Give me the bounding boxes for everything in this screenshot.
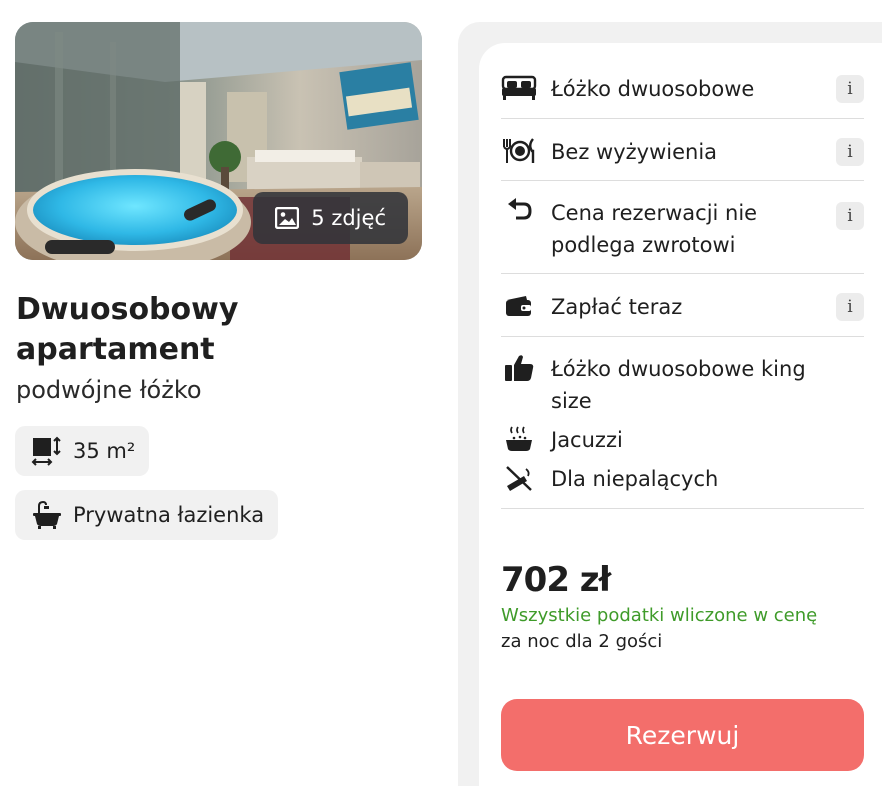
thumbs-up-icon: [501, 353, 537, 383]
wallet-icon: [501, 291, 537, 321]
bathroom-label: Prywatna łazienka: [73, 503, 265, 527]
feature-item: Dla niepalących: [501, 463, 864, 495]
feature-label: Łóżko dwuosobowe king size: [551, 357, 806, 413]
feature-item: Zapłać teraz i: [501, 291, 864, 323]
feature-label: Łóżko dwuosobowe: [551, 77, 755, 101]
divider: [501, 180, 864, 181]
meal-icon: [501, 136, 537, 166]
bathtub-icon: [31, 500, 63, 530]
divider: [501, 508, 864, 509]
divider: [501, 118, 864, 119]
refund-arrow-icon: [501, 197, 537, 227]
photo-count-button[interactable]: 5 zdjęć: [253, 192, 408, 244]
feature-label: Bez wyżywienia: [551, 140, 718, 164]
photo-count-label: 5 zdjęć: [311, 206, 386, 230]
info-button[interactable]: i: [836, 138, 864, 166]
room-size-badge: 35 m²: [15, 426, 150, 476]
image-icon: [275, 206, 300, 230]
room-subtitle: podwójne łóżko: [16, 376, 202, 404]
feature-item: Cena rezerwacji nie podlega zwrotowi i: [501, 197, 864, 261]
bed-icon: [501, 73, 537, 103]
book-button[interactable]: Rezerwuj: [501, 699, 864, 771]
feature-label: Jacuzzi: [551, 428, 623, 452]
feature-label: Zapłać teraz: [551, 295, 683, 319]
per-night-note: za noc dla 2 gości: [501, 631, 663, 652]
feature-item: Łóżko dwuosobowe i: [501, 73, 864, 105]
price: 702 zł: [501, 560, 611, 600]
jacuzzi-icon: [501, 424, 537, 454]
divider: [501, 336, 864, 337]
room-title: Dwuosobowy apartament: [16, 292, 239, 367]
feature-label: Dla niepalących: [551, 467, 719, 491]
info-button[interactable]: i: [836, 75, 864, 103]
room-size-label: 35 m²: [73, 439, 136, 463]
bathroom-badge: Prywatna łazienka: [15, 490, 279, 540]
room-photo[interactable]: 5 zdjęć: [15, 22, 422, 260]
no-smoking-icon: [501, 463, 537, 493]
divider: [501, 273, 864, 274]
feature-item: Łóżko dwuosobowe king size: [501, 353, 864, 417]
tax-note: Wszystkie podatki wliczone w cenę: [501, 605, 818, 626]
feature-item: Jacuzzi: [501, 424, 864, 456]
feature-item: Bez wyżywienia i: [501, 136, 864, 168]
info-button[interactable]: i: [836, 293, 864, 321]
info-button[interactable]: i: [836, 202, 864, 230]
feature-label: Cena rezerwacji nie podlega zwrotowi: [551, 201, 758, 257]
room-size-icon: [31, 436, 63, 466]
